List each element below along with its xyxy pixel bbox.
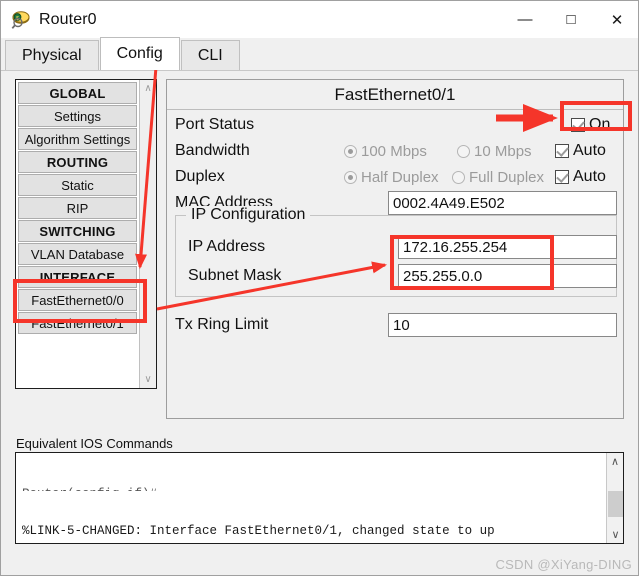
mac-address-field[interactable]: 0002.4A49.E502 (388, 191, 617, 215)
ios-line: %LINK-5-CHANGED: Interface FastEthernet0… (22, 524, 495, 538)
sidebar-item-fastethernet0-0[interactable]: FastEthernet0/0 (18, 289, 137, 311)
ios-commands-box: Router(config-if)# %LINK-5-CHANGED: Inte… (15, 452, 624, 544)
ios-commands-label: Equivalent IOS Commands (16, 436, 173, 451)
ios-scroll-down-icon[interactable]: ∨ (607, 526, 623, 543)
bandwidth-label: Bandwidth (175, 142, 250, 159)
tab-strip: Physical Config CLI (1, 37, 638, 71)
interface-config-panel: FastEthernet0/1 Port Status On Bandwidth… (166, 79, 624, 419)
router-config-window: $ Router0 — □ ✕ Physical Config CLI GLOB… (0, 0, 639, 576)
sidebar-scroll-up-icon[interactable]: ∧ (140, 80, 157, 97)
ip-address-field[interactable]: 172.16.255.254 (398, 235, 617, 259)
row-duplex: Duplex Half Duplex Full Duplex Auto (167, 164, 623, 190)
bandwidth-10-label: 10 Mbps (474, 142, 532, 160)
duplex-auto-label: Auto (573, 168, 606, 185)
duplex-half-label: Half Duplex (361, 168, 439, 186)
sidebar-header-routing: ROUTING (18, 151, 137, 173)
port-status-label: Port Status (175, 116, 255, 133)
sidebar-item-fastethernet0-1[interactable]: FastEthernet0/1 (18, 312, 137, 334)
maximize-button[interactable]: □ (548, 1, 594, 38)
tx-ring-limit-field[interactable]: 10 (388, 313, 617, 337)
ios-scrollbar[interactable]: ∧ ∨ (606, 453, 623, 543)
row-bandwidth: Bandwidth 100 Mbps 10 Mbps Auto (167, 138, 623, 164)
ip-address-label: IP Address (188, 238, 266, 255)
window-body: GLOBAL Settings Algorithm Settings ROUTI… (1, 71, 638, 575)
sidebar-item-algorithm-settings[interactable]: Algorithm Settings (18, 128, 137, 150)
radio-icon[interactable] (344, 144, 357, 158)
sidebar-item-vlan-database[interactable]: VLAN Database (18, 243, 137, 265)
duplex-auto-checkbox[interactable]: Auto (555, 168, 606, 186)
minimize-button[interactable]: — (502, 1, 548, 38)
duplex-radio-full[interactable]: Full Duplex (452, 169, 544, 186)
sidebar-header-interface: INTERFACE (18, 266, 137, 288)
sidebar-item-static[interactable]: Static (18, 174, 137, 196)
port-status-checkbox[interactable]: On (571, 116, 610, 134)
row-ip-address: IP Address 172.16.255.254 (176, 234, 617, 260)
sidebar-item-settings[interactable]: Settings (18, 105, 137, 127)
close-button[interactable]: ✕ (594, 1, 638, 38)
title-bar: $ Router0 — □ ✕ (1, 1, 638, 38)
sidebar-list: GLOBAL Settings Algorithm Settings ROUTI… (16, 80, 139, 388)
bandwidth-100-label: 100 Mbps (361, 142, 427, 160)
bandwidth-radio-10[interactable]: 10 Mbps (457, 143, 532, 160)
tx-ring-limit-label: Tx Ring Limit (175, 316, 269, 333)
ip-configuration-group: IP Configuration IP Address 172.16.255.2… (175, 206, 617, 297)
bandwidth-auto-checkbox[interactable]: Auto (555, 142, 606, 160)
window-controls: — □ ✕ (502, 1, 638, 38)
checkbox-icon[interactable] (571, 118, 585, 132)
duplex-label: Duplex (175, 168, 225, 185)
subnet-mask-field[interactable]: 255.255.0.0 (398, 264, 617, 288)
ios-scroll-up-icon[interactable]: ∧ (607, 453, 624, 470)
checkbox-icon[interactable] (555, 144, 569, 158)
row-port-status: Port Status On (167, 112, 623, 138)
tab-physical[interactable]: Physical (5, 40, 99, 70)
subnet-mask-label: Subnet Mask (188, 267, 282, 284)
config-sidebar: GLOBAL Settings Algorithm Settings ROUTI… (15, 79, 157, 389)
bandwidth-auto-label: Auto (573, 142, 606, 159)
port-status-checkbox-label: On (589, 116, 611, 133)
sidebar-scroll-down-icon[interactable]: ∨ (140, 371, 157, 388)
duplex-radio-half[interactable]: Half Duplex (344, 169, 439, 186)
checkbox-icon[interactable] (555, 170, 569, 184)
sidebar-scrollbar[interactable]: ∧ ∨ (139, 80, 156, 388)
ios-commands-text[interactable]: Router(config-if)# %LINK-5-CHANGED: Inte… (16, 453, 606, 543)
watermark: CSDN @XiYang-DING (495, 557, 632, 572)
window-title: Router0 (39, 10, 97, 28)
ios-line: Router(config-if)# (22, 486, 600, 491)
duplex-full-label: Full Duplex (469, 168, 545, 186)
radio-icon[interactable] (452, 170, 465, 184)
sidebar-header-global: GLOBAL (18, 82, 137, 104)
tab-cli[interactable]: CLI (180, 40, 240, 70)
sidebar-item-rip[interactable]: RIP (18, 197, 137, 219)
row-subnet-mask: Subnet Mask 255.255.0.0 (176, 263, 617, 289)
tab-config[interactable]: Config (99, 37, 180, 70)
panel-title: FastEthernet0/1 (167, 80, 623, 110)
radio-icon[interactable] (457, 144, 470, 158)
radio-icon[interactable] (344, 170, 357, 184)
ip-configuration-legend: IP Configuration (186, 206, 311, 224)
router-icon: $ (11, 10, 31, 30)
row-tx-ring-limit: Tx Ring Limit 10 (167, 312, 623, 338)
sidebar-header-switching: SWITCHING (18, 220, 137, 242)
ios-scroll-thumb[interactable] (608, 491, 623, 517)
bandwidth-radio-100[interactable]: 100 Mbps (344, 143, 427, 160)
